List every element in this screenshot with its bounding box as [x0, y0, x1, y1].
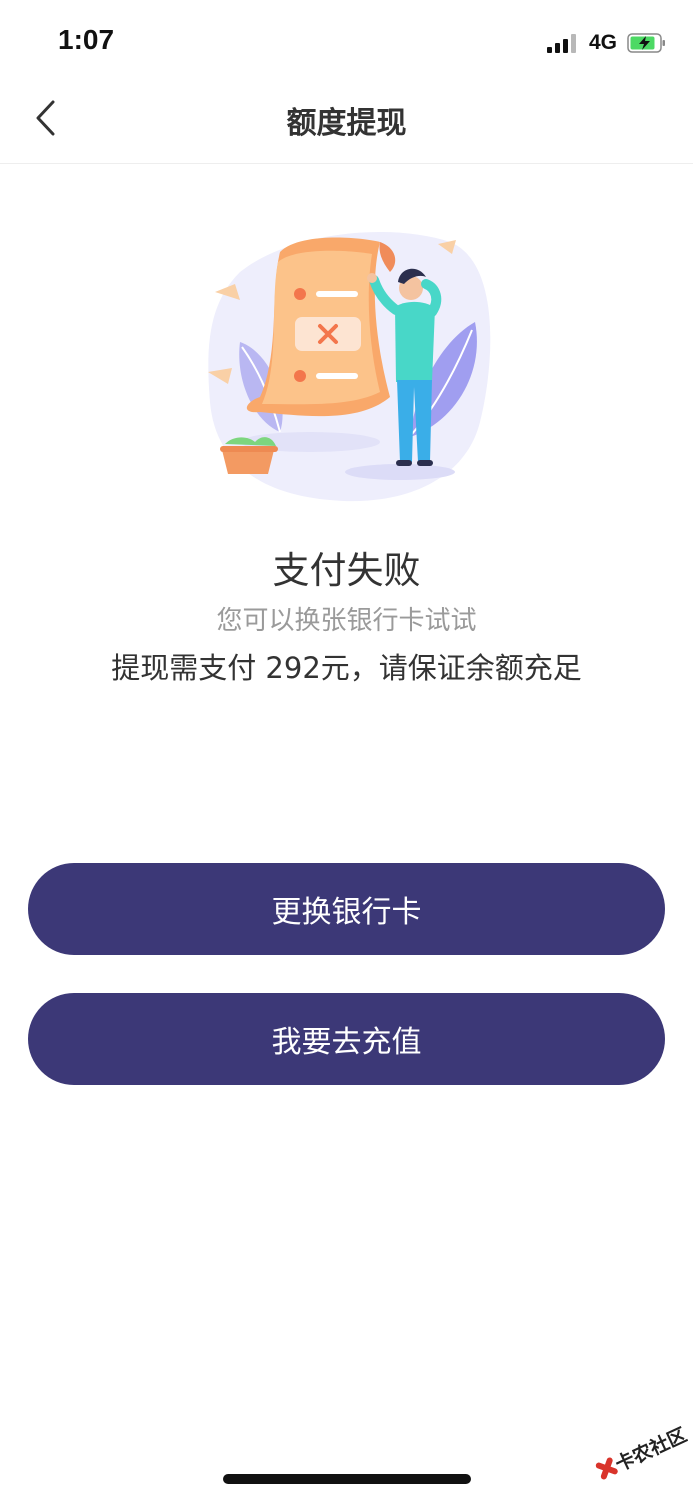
- recharge-button[interactable]: 我要去充值: [28, 993, 665, 1085]
- status-time: 1:07: [58, 24, 115, 55]
- watermark-text: 卡农社区: [612, 1423, 688, 1476]
- page-title: 额度提现: [286, 106, 407, 141]
- result-title: 支付失败: [272, 549, 421, 592]
- nav-bar: 额度提现: [0, 80, 693, 164]
- payment-required-note: 提现需支付 292元，请保证余额充足: [111, 651, 582, 685]
- status-indicators: 4G: [546, 30, 667, 56]
- payment-failed-illustration: [200, 222, 500, 507]
- home-indicator: [223, 1474, 471, 1484]
- change-bank-card-button[interactable]: 更换银行卡: [28, 863, 665, 955]
- status-bar: 1:07 4G: [0, 0, 693, 80]
- result-subtitle: 您可以换张银行卡试试: [216, 606, 477, 636]
- watermark-logo: 卡农社区: [588, 1410, 690, 1490]
- battery-icon: [627, 33, 667, 53]
- signal-icon: [546, 33, 579, 53]
- network-label: 4G: [588, 31, 617, 54]
